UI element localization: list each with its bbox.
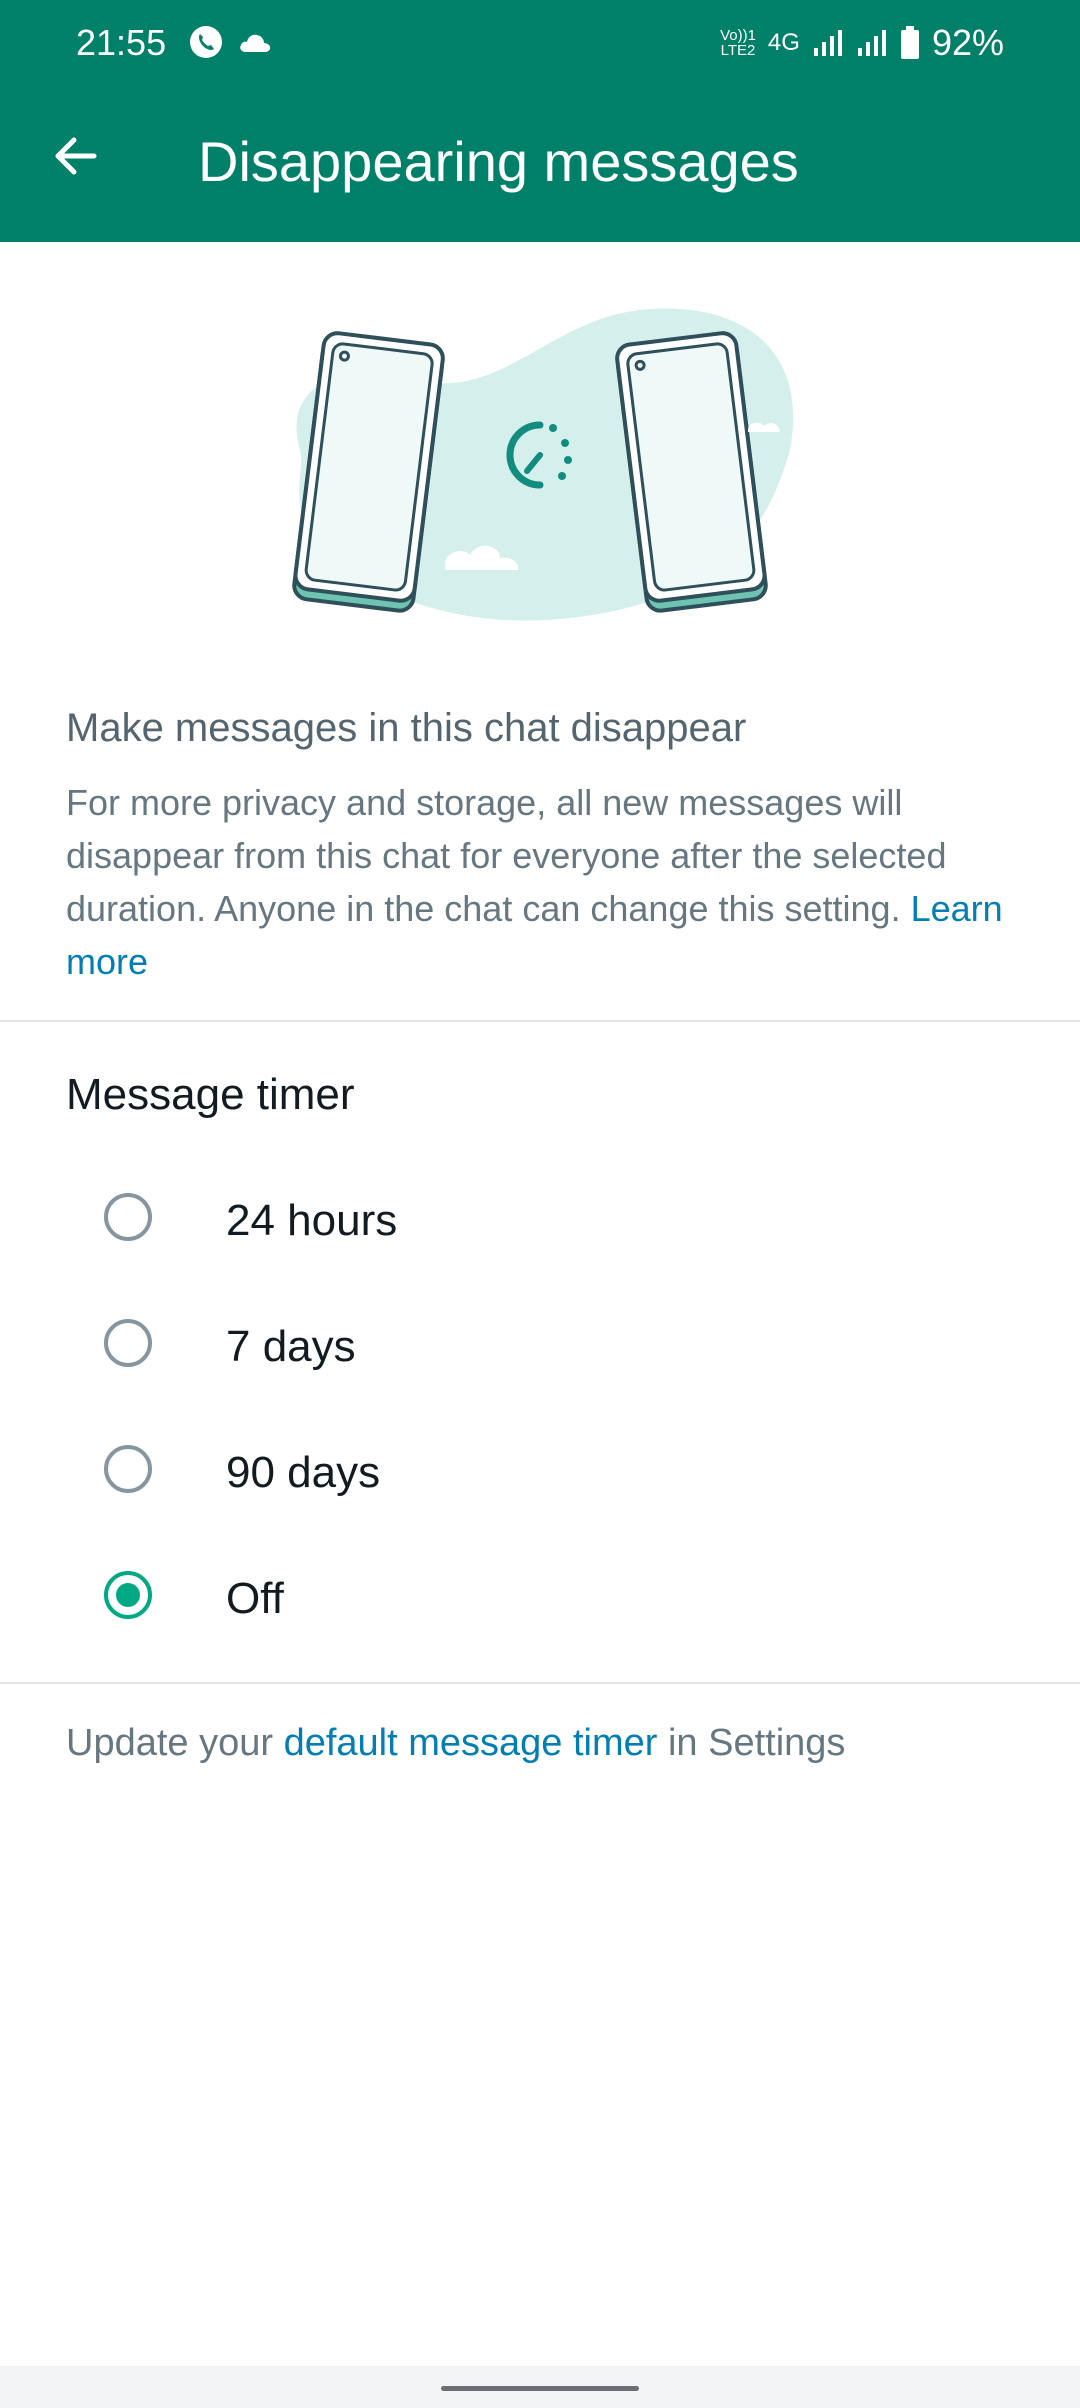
radio-button[interactable] bbox=[104, 1445, 152, 1493]
divider bbox=[0, 1682, 1080, 1684]
volte-indicator: Vo))1 LTE2 bbox=[720, 28, 756, 58]
option-label: 24 hours bbox=[226, 1196, 398, 1245]
home-gesture-handle[interactable] bbox=[441, 2386, 639, 2391]
timer-option-off[interactable]: Off bbox=[0, 1538, 1080, 1658]
signal-icon-1 bbox=[813, 30, 842, 56]
description-text: For more privacy and storage, all new me… bbox=[66, 782, 947, 929]
intro-heading: Make messages in this chat disappear bbox=[66, 706, 747, 750]
radio-button[interactable] bbox=[104, 1193, 152, 1241]
footer-suffix: in Settings bbox=[667, 1722, 846, 1764]
battery-icon bbox=[900, 26, 919, 59]
timer-option-7-days[interactable]: 7 days bbox=[0, 1286, 1080, 1406]
signal-icon-2 bbox=[857, 30, 886, 56]
option-label: 90 days bbox=[226, 1448, 381, 1497]
option-label: 7 days bbox=[226, 1322, 356, 1371]
timer-option-90-days[interactable]: 90 days bbox=[0, 1412, 1080, 1532]
cloud-icon bbox=[240, 34, 271, 52]
call-icon bbox=[190, 26, 222, 58]
timer-option-24-hours[interactable]: 24 hours bbox=[0, 1160, 1080, 1280]
message-timer-label: Message timer bbox=[66, 1070, 355, 1119]
default-timer-note: Update your default message timer in Set… bbox=[66, 1722, 845, 1765]
status-right: Vo))1 LTE2 4G 92% bbox=[720, 22, 1004, 64]
battery-percent: 92% bbox=[931, 22, 1004, 63]
radio-button[interactable] bbox=[104, 1319, 152, 1367]
lte-label: LTE2 bbox=[720, 42, 756, 59]
system-navigation-bar bbox=[0, 2366, 1080, 2408]
status-time: 21:55 bbox=[76, 22, 167, 63]
network-type: 4G bbox=[767, 29, 800, 56]
page-title: Disappearing messages bbox=[198, 130, 799, 193]
default-message-timer-link[interactable]: default message timer bbox=[284, 1722, 658, 1764]
status-bar: 21:55 Vo))1 LTE2 4G 92% bbox=[0, 0, 1080, 90]
intro-description: For more privacy and storage, all new me… bbox=[66, 776, 1026, 988]
app-bar: Disappearing messages bbox=[0, 90, 1080, 242]
volte-label: Vo))1 bbox=[720, 27, 756, 44]
radio-button-selected[interactable] bbox=[104, 1571, 152, 1619]
status-left-icons bbox=[188, 24, 272, 60]
arrow-left-icon[interactable] bbox=[48, 128, 104, 184]
app-header: 21:55 Vo))1 LTE2 4G 92% Disappearing mes… bbox=[0, 0, 1080, 242]
disappearing-messages-illustration bbox=[292, 308, 794, 621]
option-label: Off bbox=[226, 1574, 284, 1623]
footer-prefix: Update your bbox=[66, 1722, 274, 1764]
divider bbox=[0, 1020, 1080, 1022]
